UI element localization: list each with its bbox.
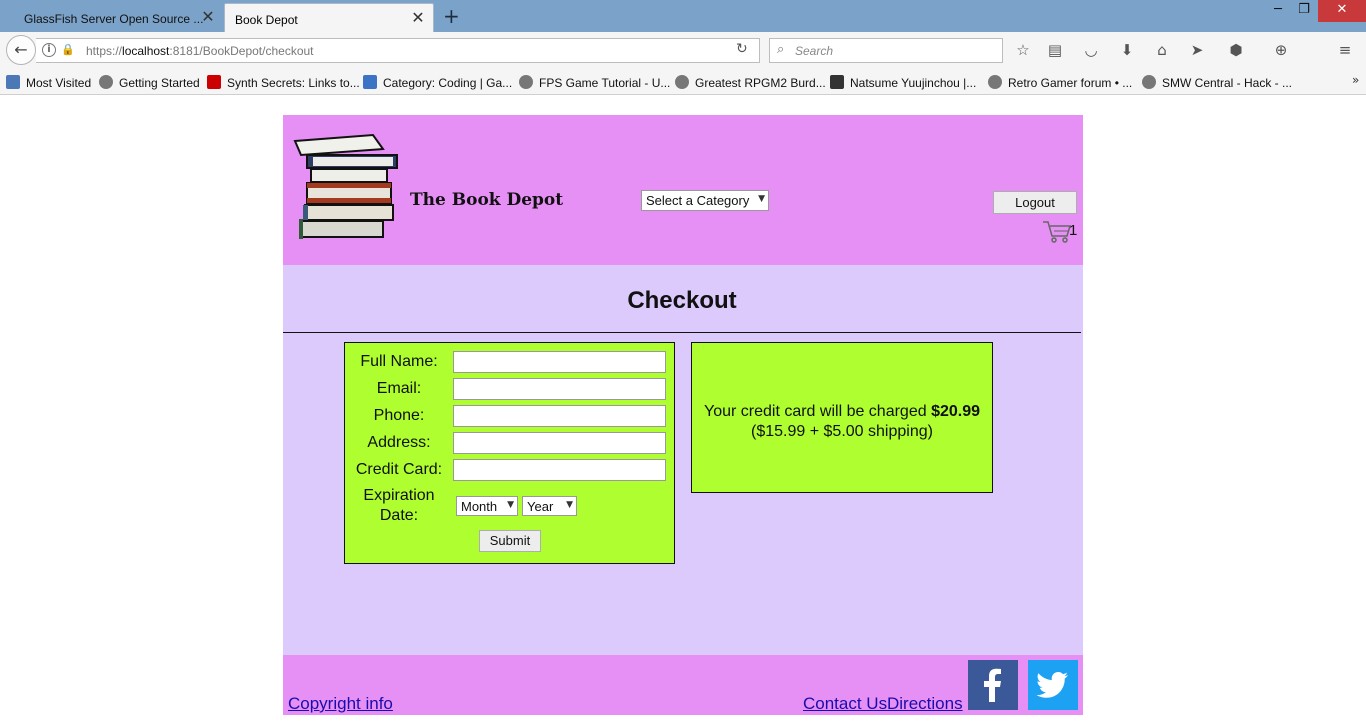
submit-button[interactable]: Submit bbox=[479, 530, 541, 552]
minimize-icon[interactable]: ─ bbox=[1268, 0, 1288, 22]
url-text[interactable]: https://localhost:8181/BookDepot/checkou… bbox=[86, 44, 314, 58]
pocket-icon[interactable]: ◡ bbox=[1081, 41, 1101, 61]
chevron-down-icon: ▼ bbox=[507, 500, 514, 510]
full-name-label: Full Name: bbox=[360, 353, 438, 370]
bookmark-star-icon bbox=[6, 75, 20, 89]
home-icon[interactable]: ⌂ bbox=[1152, 41, 1172, 61]
checkout-main: Checkout Full Name: Email: Phone: Addres… bbox=[283, 265, 1083, 655]
chevron-down-icon: ▼ bbox=[758, 194, 765, 204]
browser-nav-bar: ← i 🔒 https://localhost:8181/BookDepot/c… bbox=[0, 32, 1366, 68]
phone-label: Phone: bbox=[373, 407, 425, 424]
charge-amount: $20.99 bbox=[931, 403, 981, 420]
charge-text: Your credit card will be charged bbox=[703, 403, 927, 420]
menu-icon[interactable]: ≡ bbox=[1335, 41, 1355, 61]
directions-link[interactable]: Directions bbox=[887, 694, 963, 714]
ap-icon bbox=[830, 75, 844, 89]
reload-icon[interactable]: ↻ bbox=[736, 41, 748, 57]
globe-icon bbox=[988, 75, 1002, 89]
phone-field[interactable] bbox=[453, 405, 666, 427]
downloader-icon[interactable]: ⊕ bbox=[1271, 41, 1291, 61]
info-icon[interactable]: i bbox=[42, 43, 56, 57]
email-field[interactable] bbox=[453, 378, 666, 400]
month-select-value: Month bbox=[461, 499, 498, 514]
close-tab-icon[interactable]: ✕ bbox=[200, 9, 216, 25]
globe-icon bbox=[99, 75, 113, 89]
credit-card-label: Credit Card: bbox=[355, 461, 443, 478]
contact-us-link[interactable]: Contact Us bbox=[803, 694, 887, 714]
search-input[interactable]: ⌕ Search bbox=[769, 38, 1003, 63]
cart-count: 1 bbox=[1069, 222, 1078, 239]
year-select[interactable]: Year ▼ bbox=[522, 496, 577, 516]
lock-warning-icon[interactable]: 🔒 bbox=[61, 43, 75, 56]
chevron-right-icon[interactable]: » bbox=[1352, 73, 1359, 87]
facebook-icon[interactable] bbox=[968, 660, 1018, 710]
full-name-field[interactable] bbox=[453, 351, 666, 373]
wix-icon bbox=[363, 75, 377, 89]
address-label: Address: bbox=[367, 434, 431, 451]
browser-tab-bar: GlassFish Server Open Source ... ✕ Book … bbox=[0, 0, 1366, 32]
logout-button[interactable]: Logout bbox=[993, 191, 1077, 214]
charge-breakdown: ($15.99 + $5.00 shipping) bbox=[751, 423, 933, 440]
credit-card-field[interactable] bbox=[453, 459, 666, 481]
tab-title: GlassFish Server Open Source ... bbox=[24, 12, 204, 26]
copyright-link[interactable]: Copyright info bbox=[288, 694, 393, 714]
twitter-icon[interactable] bbox=[1028, 660, 1078, 710]
books-logo-icon bbox=[293, 133, 398, 239]
site-header: The Book Depot Select a Category ▼ Logou… bbox=[283, 115, 1083, 265]
window-close-icon[interactable]: ✕ bbox=[1318, 0, 1366, 22]
url-bar[interactable]: i 🔒 https://localhost:8181/BookDepot/che… bbox=[36, 38, 760, 63]
search-icon: ⌕ bbox=[777, 42, 785, 57]
checkout-form: Full Name: Email: Phone: Address: Credit… bbox=[344, 342, 675, 564]
reading-list-icon[interactable]: ▤ bbox=[1045, 41, 1065, 61]
globe-icon bbox=[519, 75, 533, 89]
bookmark-item[interactable]: Most Visited bbox=[6, 75, 91, 90]
new-tab-icon[interactable]: + bbox=[443, 6, 460, 26]
bookmark-item[interactable]: Retro Gamer forum • ... bbox=[988, 75, 1132, 90]
bookmarks-bar: Most Visited Getting Started Synth Secre… bbox=[0, 68, 1366, 95]
expiration-label-date: Date: bbox=[379, 507, 419, 524]
tab-book-depot[interactable]: Book Depot ✕ bbox=[224, 3, 434, 32]
close-tab-icon[interactable]: ✕ bbox=[410, 10, 426, 26]
tab-title: Book Depot bbox=[235, 13, 298, 27]
page-title: Checkout bbox=[627, 287, 737, 314]
search-placeholder: Search bbox=[795, 44, 834, 58]
sos-icon bbox=[207, 75, 221, 89]
bookmark-item[interactable]: FPS Game Tutorial - U... bbox=[519, 75, 670, 90]
bookmark-item[interactable]: SMW Central - Hack - ... bbox=[1142, 75, 1292, 90]
site-footer: Copyright info Contact Us Directions bbox=[283, 655, 1083, 715]
globe-icon bbox=[1142, 75, 1156, 89]
category-select[interactable]: Select a Category ▼ bbox=[641, 190, 769, 211]
address-field[interactable] bbox=[453, 432, 666, 454]
site-title: The Book Depot bbox=[410, 190, 564, 210]
bookmark-item[interactable]: Greatest RPGM2 Burd... bbox=[675, 75, 826, 90]
bookmark-item[interactable]: Getting Started bbox=[99, 75, 200, 90]
adblock-icon[interactable]: ⬢ bbox=[1226, 41, 1246, 61]
charge-line: Your credit card will be charged $20.99 bbox=[692, 403, 992, 421]
tab-glassfish[interactable]: GlassFish Server Open Source ... ✕ bbox=[0, 3, 224, 32]
charge-summary: Your credit card will be charged $20.99 … bbox=[691, 342, 993, 493]
bookmark-item[interactable]: Natsume Yuujinchou |... bbox=[830, 75, 976, 90]
divider bbox=[283, 332, 1081, 333]
category-select-value: Select a Category bbox=[646, 193, 750, 208]
bookmark-item[interactable]: Synth Secrets: Links to... bbox=[207, 75, 360, 90]
back-arrow-icon[interactable]: ← bbox=[6, 35, 36, 65]
bookmark-item[interactable]: Category: Coding | Ga... bbox=[363, 75, 512, 90]
month-select[interactable]: Month ▼ bbox=[456, 496, 518, 516]
email-label: Email: bbox=[376, 380, 422, 397]
bookmark-star-icon[interactable]: ☆ bbox=[1013, 41, 1033, 61]
download-icon[interactable]: ⬇ bbox=[1117, 41, 1137, 61]
year-select-value: Year bbox=[527, 499, 554, 514]
restore-icon[interactable]: ❐ bbox=[1294, 0, 1314, 22]
expiration-label: Expiration bbox=[363, 487, 435, 504]
globe-icon bbox=[675, 75, 689, 89]
send-icon[interactable]: ➤ bbox=[1187, 41, 1207, 61]
chevron-down-icon: ▼ bbox=[566, 500, 573, 510]
book-depot-page: The Book Depot Select a Category ▼ Logou… bbox=[283, 115, 1083, 715]
